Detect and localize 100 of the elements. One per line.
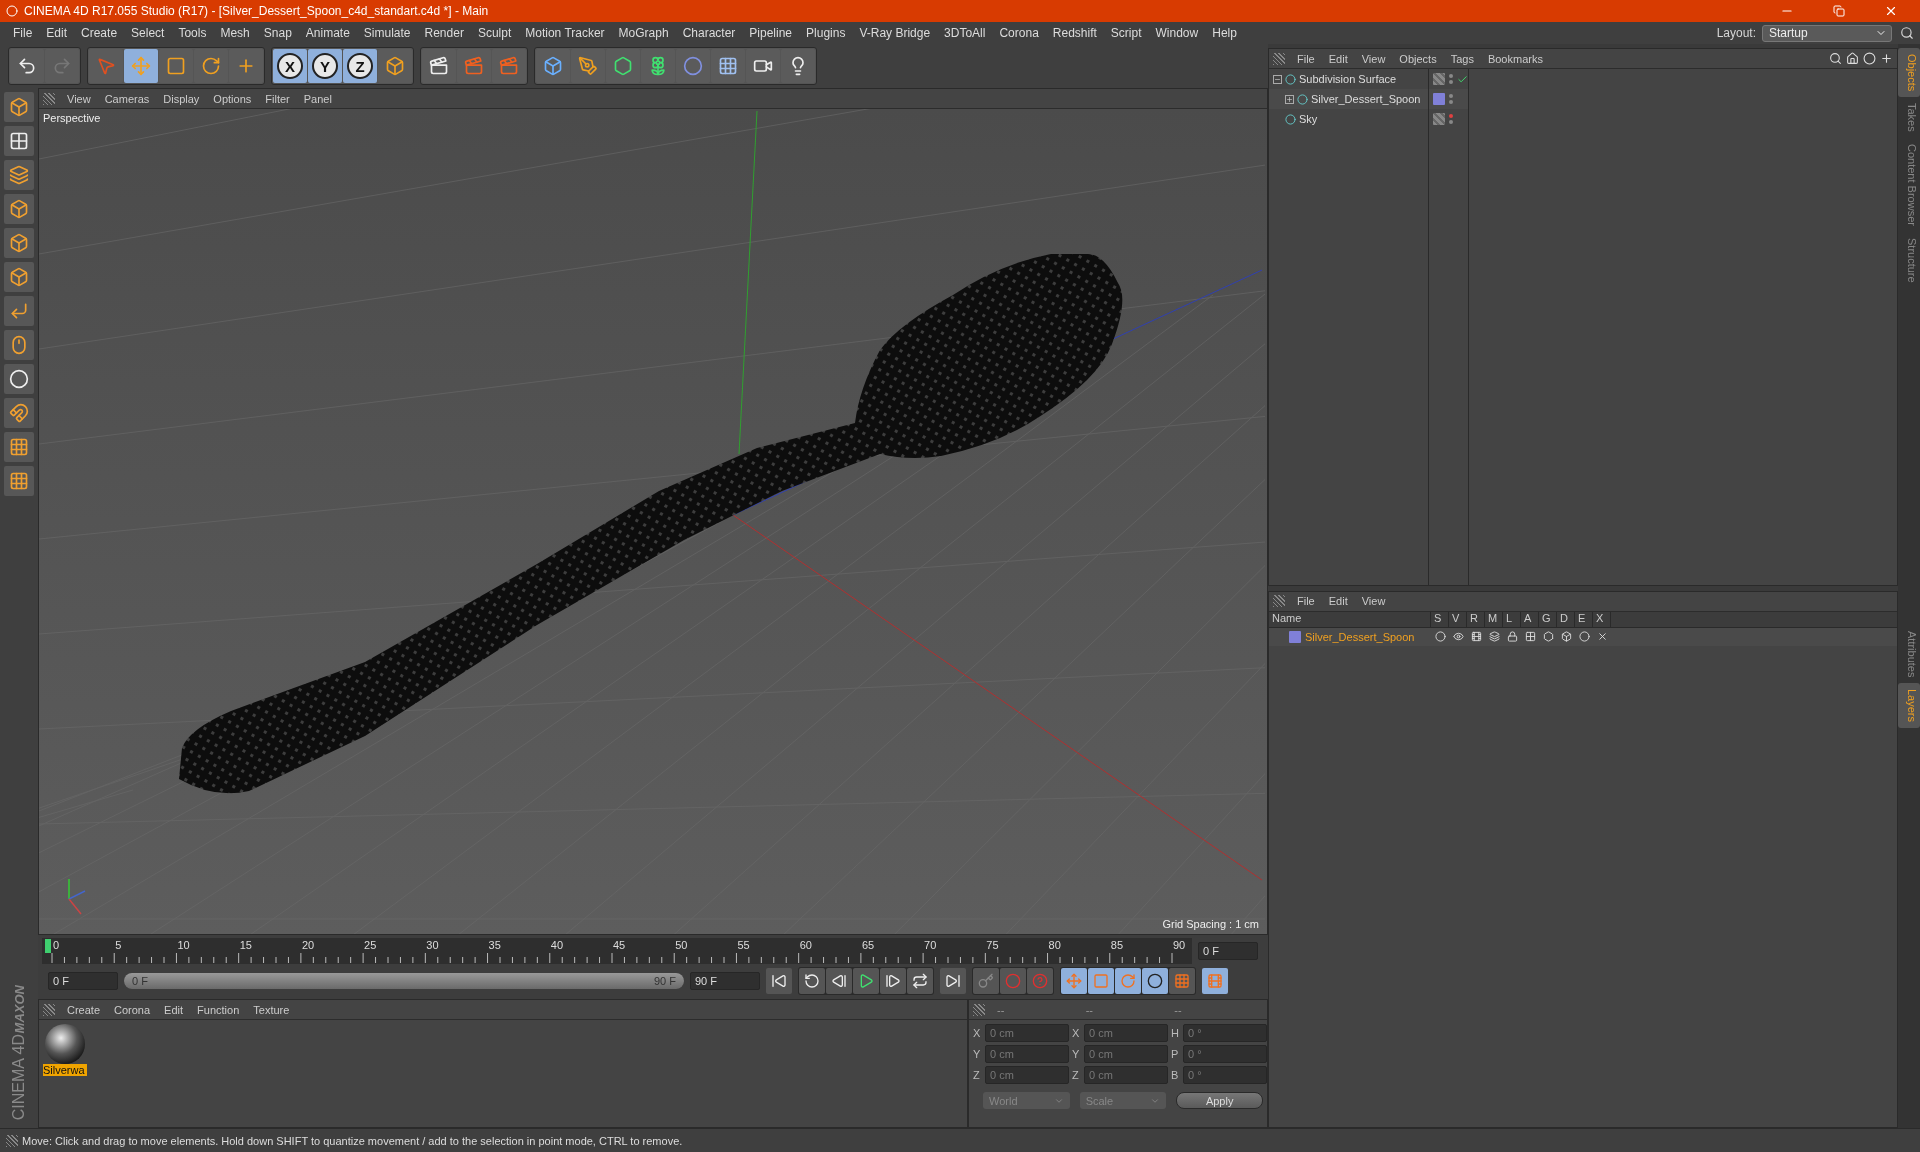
current-frame-field[interactable]: 0 F: [1198, 942, 1258, 960]
menu-item[interactable]: Render: [417, 26, 471, 40]
generator-button[interactable]: [606, 49, 640, 83]
layout-dropdown[interactable]: Startup: [1762, 24, 1892, 42]
next-key-button[interactable]: [907, 968, 933, 994]
previous-key-button[interactable]: [799, 968, 825, 994]
object-name[interactable]: Sky: [1299, 113, 1318, 125]
side-tab[interactable]: Objects: [1898, 48, 1920, 98]
menu-item[interactable]: Pipeline: [742, 26, 800, 40]
parameter-key-button[interactable]: [1142, 968, 1168, 994]
side-tab[interactable]: Content Browser: [1898, 138, 1920, 232]
tool-button[interactable]: [159, 49, 193, 83]
undo-button[interactable]: [10, 49, 44, 83]
menu-item[interactable]: Create: [74, 26, 125, 40]
key-button[interactable]: [973, 968, 999, 994]
side-tab[interactable]: Takes: [1898, 97, 1920, 139]
material-item[interactable]: Silverwa: [43, 1024, 87, 1076]
menu-item[interactable]: Animate: [298, 26, 357, 40]
menu-item[interactable]: Window: [1148, 26, 1206, 40]
floor-button[interactable]: [711, 49, 745, 83]
menu-item[interactable]: Character: [675, 26, 743, 40]
menu-item[interactable]: Tools: [171, 26, 214, 40]
render-button[interactable]: [422, 49, 456, 83]
menu-item[interactable]: Options: [207, 92, 258, 105]
menu-item[interactable]: Redshift: [1045, 26, 1104, 40]
end-frame-field[interactable]: 90 F: [690, 972, 760, 990]
mode-button[interactable]: [4, 92, 34, 122]
layer-name[interactable]: Silver_Dessert_Spoon: [1269, 630, 1431, 643]
mode-button[interactable]: [4, 194, 34, 224]
menu-item[interactable]: Display: [157, 92, 206, 105]
go-to-end-button[interactable]: [940, 968, 966, 994]
menu-item[interactable]: Edit: [39, 26, 75, 40]
deformer-button[interactable]: [676, 49, 710, 83]
menu-item[interactable]: Plugins: [799, 26, 853, 40]
3d-viewport[interactable]: Perspective Grid Spacing : 1 cm: [39, 109, 1267, 934]
mode-button[interactable]: [4, 398, 34, 428]
camera-button[interactable]: [746, 49, 780, 83]
mode-button[interactable]: [4, 432, 34, 462]
visibility-dots-icon[interactable]: [1449, 94, 1453, 104]
axis-lock-button[interactable]: X: [273, 49, 307, 83]
side-tab[interactable]: Layers: [1898, 682, 1920, 728]
menu-item[interactable]: Motion Tracker: [518, 26, 612, 40]
menu-item[interactable]: Select: [124, 26, 172, 40]
menu-item[interactable]: Create: [61, 1003, 107, 1016]
menu-item[interactable]: Filter: [259, 92, 296, 105]
menu-item[interactable]: File: [1291, 595, 1321, 607]
cube-button[interactable]: [536, 49, 570, 83]
menu-item[interactable]: 3DToAll: [937, 26, 993, 40]
light-button[interactable]: [781, 49, 815, 83]
coordinate-system-button[interactable]: [378, 49, 412, 83]
mode-button[interactable]: [4, 330, 34, 360]
menu-item[interactable]: Edit: [158, 1003, 190, 1016]
tool-button[interactable]: [89, 49, 123, 83]
mode-button[interactable]: [4, 228, 34, 258]
expand-icon[interactable]: [1285, 94, 1294, 104]
menu-item[interactable]: Edit: [1322, 52, 1354, 65]
menu-item[interactable]: Edit: [1322, 595, 1354, 607]
menu-item[interactable]: Snap: [256, 26, 299, 40]
tool-button[interactable]: [194, 49, 228, 83]
visibility-dots-icon[interactable]: [1449, 74, 1453, 84]
timeline-ruler[interactable]: 0 5 10 15 20 25 30 35 40 45 50 55 60 65 70 75 80 85 90: [42, 938, 1192, 964]
menu-item[interactable]: View: [1355, 595, 1392, 607]
mode-button[interactable]: [4, 262, 34, 292]
menu-item[interactable]: View: [1355, 52, 1392, 65]
menu-item[interactable]: Panel: [297, 92, 338, 105]
side-tab[interactable]: Attributes: [1898, 624, 1920, 683]
menu-item[interactable]: Objects: [1393, 52, 1443, 65]
mode-button[interactable]: [4, 364, 34, 394]
menu-item[interactable]: Tags: [1444, 52, 1480, 65]
menu-item[interactable]: Function: [191, 1003, 246, 1016]
axis-lock-button[interactable]: Z: [343, 49, 377, 83]
menu-item[interactable]: Corona: [992, 26, 1046, 40]
menu-item[interactable]: Mesh: [213, 26, 257, 40]
menu-item[interactable]: Sculpt: [470, 26, 519, 40]
go-to-start-button[interactable]: [766, 968, 792, 994]
object-name[interactable]: Subdivision Surface: [1299, 73, 1397, 85]
next-frame-button[interactable]: [880, 968, 906, 994]
menu-item[interactable]: File: [6, 26, 40, 40]
menu-item[interactable]: V-Ray Bridge: [852, 26, 938, 40]
mode-button[interactable]: [4, 296, 34, 326]
tool-button[interactable]: [229, 49, 263, 83]
menu-item[interactable]: Bookmarks: [1481, 52, 1549, 65]
menu-item[interactable]: Simulate: [356, 26, 418, 40]
menu-item[interactable]: Corona: [108, 1003, 157, 1016]
menu-item[interactable]: File: [1291, 52, 1321, 65]
axis-lock-button[interactable]: Y: [308, 49, 342, 83]
menu-item[interactable]: Help: [1205, 26, 1244, 40]
cloner-button[interactable]: [641, 49, 675, 83]
mode-button[interactable]: [4, 466, 34, 496]
check-icon[interactable]: [1457, 73, 1468, 85]
menu-item[interactable]: Script: [1103, 26, 1149, 40]
apply-button[interactable]: Apply: [1176, 1092, 1263, 1109]
pen-button[interactable]: [571, 49, 605, 83]
visibility-dots-icon[interactable]: [1449, 114, 1453, 124]
start-frame-field[interactable]: 0 F: [48, 972, 118, 990]
side-tab[interactable]: Structure: [1898, 232, 1920, 289]
play-button[interactable]: [853, 968, 879, 994]
previous-frame-button[interactable]: [826, 968, 852, 994]
menu-item[interactable]: MoGraph: [611, 26, 676, 40]
menu-item[interactable]: Texture: [247, 1003, 296, 1016]
